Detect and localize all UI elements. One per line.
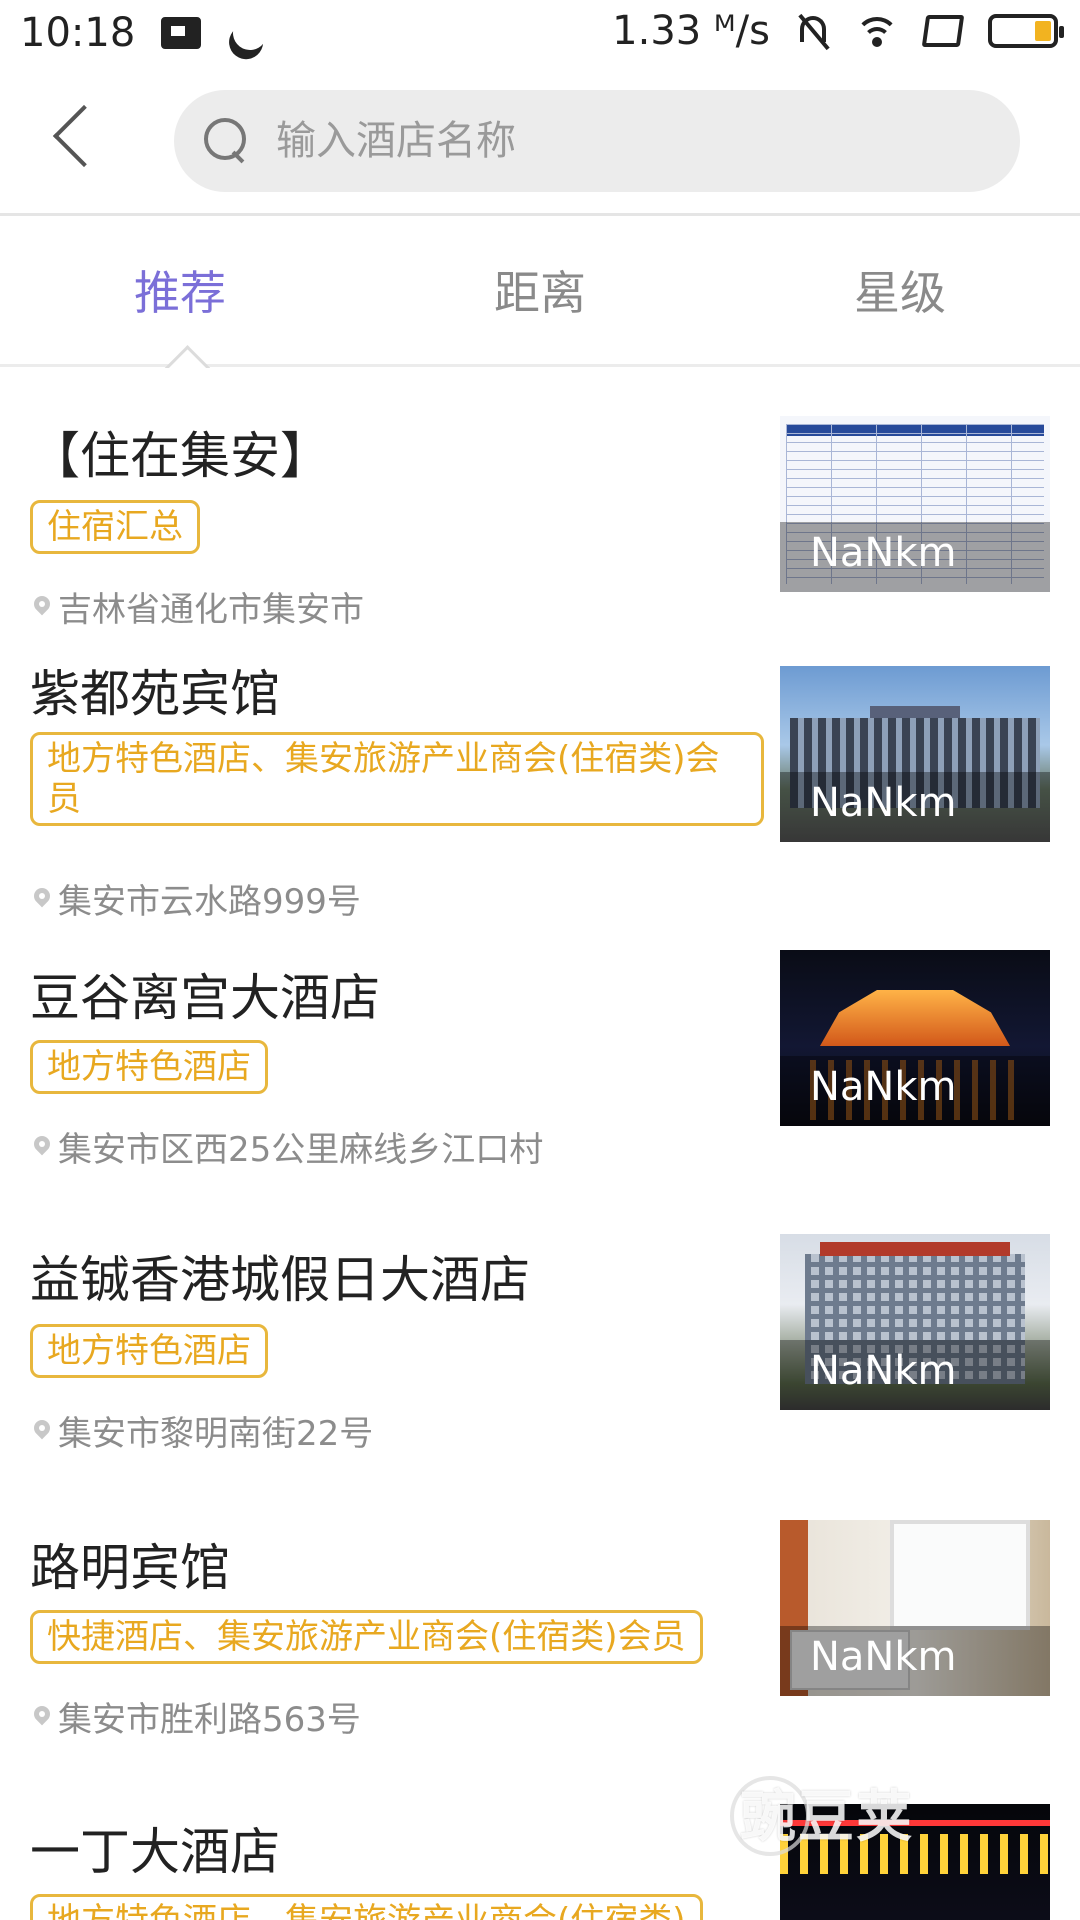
hotel-distance: NaNkm <box>810 530 957 576</box>
hotel-address: 集安市云水路999号 <box>30 874 361 923</box>
hotel-name: 豆谷离宫大酒店 <box>30 969 380 1027</box>
sim-card-icon <box>921 15 965 47</box>
do-not-disturb-moon-icon <box>227 10 273 56</box>
location-pin-icon <box>34 596 50 618</box>
watermark-text: 豌豆荚 <box>740 1785 914 1850</box>
hotel-name: 紫都苑宾馆 <box>30 665 280 723</box>
location-pin-icon <box>34 1136 50 1158</box>
hotel-name: 益铖香港城假日大酒店 <box>30 1251 530 1309</box>
wifi-icon <box>856 15 898 47</box>
hotel-address: 集安市黎明南街22号 <box>30 1406 373 1455</box>
tab-recommended[interactable]: 推荐 <box>0 219 360 364</box>
network-speed: 1.33 ᴹ/s <box>612 8 770 54</box>
hotel-distance: NaNkm <box>810 1064 957 1110</box>
hotel-distance: NaNkm <box>810 1634 957 1680</box>
search-input[interactable] <box>276 118 976 164</box>
sort-tabs: 推荐 距离 星级 <box>0 219 1080 367</box>
battery-icon <box>988 14 1064 48</box>
hotel-name: 一丁大酒店 <box>30 1823 280 1881</box>
hotel-address-text: 集安市区西25公里麻线乡江口村 <box>58 1130 544 1170</box>
hotel-thumbnail: NaNkm <box>780 416 1050 592</box>
hotel-tag: 地方特色酒店、集安旅游产业商会(住宿类) <box>30 1894 703 1920</box>
hotel-list-item[interactable]: 【住在集安】 住宿汇总 吉林省通化市集安市 NaNkm <box>0 370 1080 654</box>
hotel-address-text: 吉林省通化市集安市 <box>58 590 364 630</box>
active-tab-indicator <box>164 344 210 368</box>
mute-bell-icon <box>796 12 830 51</box>
hotel-thumbnail: NaNkm <box>780 950 1050 1126</box>
hotel-list-item[interactable]: 益铖香港城假日大酒店 地方特色酒店 集安市黎明南街22号 NaNkm <box>0 1222 1080 1506</box>
search-icon <box>204 118 250 164</box>
hotel-list-item[interactable]: 一丁大酒店 地方特色酒店、集安旅游产业商会(住宿类) <box>0 1790 1080 1920</box>
hotel-list-item[interactable]: 豆谷离宫大酒店 地方特色酒店 集安市区西25公里麻线乡江口村 NaNkm <box>0 938 1080 1222</box>
header-bar <box>0 66 1080 216</box>
hotel-tag: 快捷酒店、集安旅游产业商会(住宿类)会员 <box>30 1610 703 1664</box>
hotel-address: 集安市胜利路563号 <box>30 1692 361 1741</box>
search-box[interactable] <box>174 90 1020 192</box>
hotel-tag: 地方特色酒店 <box>30 1040 268 1094</box>
hotel-distance: NaNkm <box>810 1348 957 1394</box>
hotel-tag: 住宿汇总 <box>30 500 200 554</box>
location-pin-icon <box>34 1706 50 1728</box>
hotel-name: 【住在集安】 <box>30 427 330 485</box>
hotel-address: 吉林省通化市集安市 <box>30 582 364 631</box>
hotel-distance: NaNkm <box>810 780 957 826</box>
hotel-tag: 地方特色酒店 <box>30 1324 268 1378</box>
status-time: 10:18 <box>20 10 136 56</box>
back-button[interactable] <box>40 96 110 176</box>
tab-star-rating[interactable]: 星级 <box>720 219 1080 364</box>
hotel-address-text: 集安市黎明南街22号 <box>58 1414 374 1454</box>
hotel-list-item[interactable]: 路明宾馆 快捷酒店、集安旅游产业商会(住宿类)会员 集安市胜利路563号 NaN… <box>0 1506 1080 1790</box>
tab-distance[interactable]: 距离 <box>360 219 720 364</box>
status-bar: 10:18 1.33 ᴹ/s <box>0 0 1080 66</box>
hotel-thumbnail: NaNkm <box>780 1234 1050 1410</box>
hotel-list-item[interactable]: 紫都苑宾馆 地方特色酒店、集安旅游产业商会(住宿类)会员 集安市云水路999号 … <box>0 654 1080 938</box>
gallery-notification-icon <box>161 17 202 49</box>
hotel-address: 集安市区西25公里麻线乡江口村 <box>30 1122 543 1171</box>
hotel-name: 路明宾馆 <box>30 1539 230 1597</box>
hotel-address-text: 集安市云水路999号 <box>58 882 361 922</box>
hotel-thumbnail: NaNkm <box>780 1520 1050 1696</box>
location-pin-icon <box>34 888 50 910</box>
hotel-address-text: 集安市胜利路563号 <box>58 1700 361 1740</box>
hotel-tag: 地方特色酒店、集安旅游产业商会(住宿类)会员 <box>30 732 764 826</box>
hotel-thumbnail: NaNkm <box>780 666 1050 842</box>
location-pin-icon <box>34 1420 50 1442</box>
